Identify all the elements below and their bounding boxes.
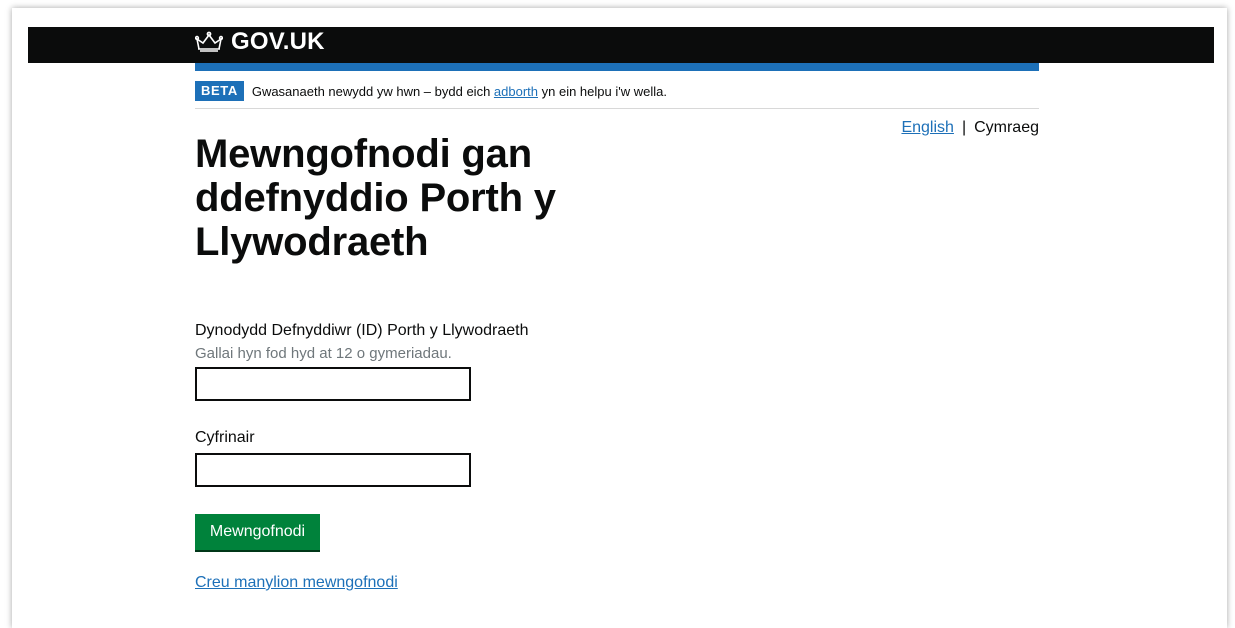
language-toggle: English | Cymraeg <box>901 119 1039 137</box>
user-id-hint: Gallai hyn fod hyd at 12 o gymeriadau. <box>195 345 452 362</box>
password-label: Cyfrinair <box>195 429 255 446</box>
govuk-logo-text: GOV.UK <box>231 28 325 55</box>
language-separator: | <box>961 119 967 136</box>
phase-banner-divider <box>195 108 1039 109</box>
welsh-language-current: Cymraeg <box>974 119 1039 136</box>
user-id-label: Dynodydd Defnyddiwr (ID) Porth y Llywodr… <box>195 322 529 339</box>
header-blue-bar <box>195 63 1039 71</box>
phase-text-after: yn ein helpu i'w wella. <box>538 83 667 99</box>
user-id-input[interactable] <box>195 367 471 401</box>
create-sign-in-details-link[interactable]: Creu manylion mewngofnodi <box>195 574 398 592</box>
english-language-link[interactable]: English <box>901 119 953 137</box>
beta-tag: BETA <box>195 81 244 101</box>
page-title: Mewngofnodi gan ddefnyddio Porth y Llywo… <box>195 132 556 264</box>
phase-banner: BETA Gwasanaeth newydd yw hwn – bydd eic… <box>195 80 1039 102</box>
feedback-link[interactable]: adborth <box>494 84 538 99</box>
govuk-logo-link[interactable]: GOV.UK <box>195 28 325 56</box>
password-input[interactable] <box>195 453 471 487</box>
phase-banner-text: Gwasanaeth newydd yw hwn – bydd eich adb… <box>252 84 667 99</box>
sign-in-button[interactable]: Mewngofnodi <box>195 514 320 550</box>
crown-icon <box>195 31 223 53</box>
phase-text-before: Gwasanaeth newydd yw hwn – bydd eich <box>251 83 494 99</box>
